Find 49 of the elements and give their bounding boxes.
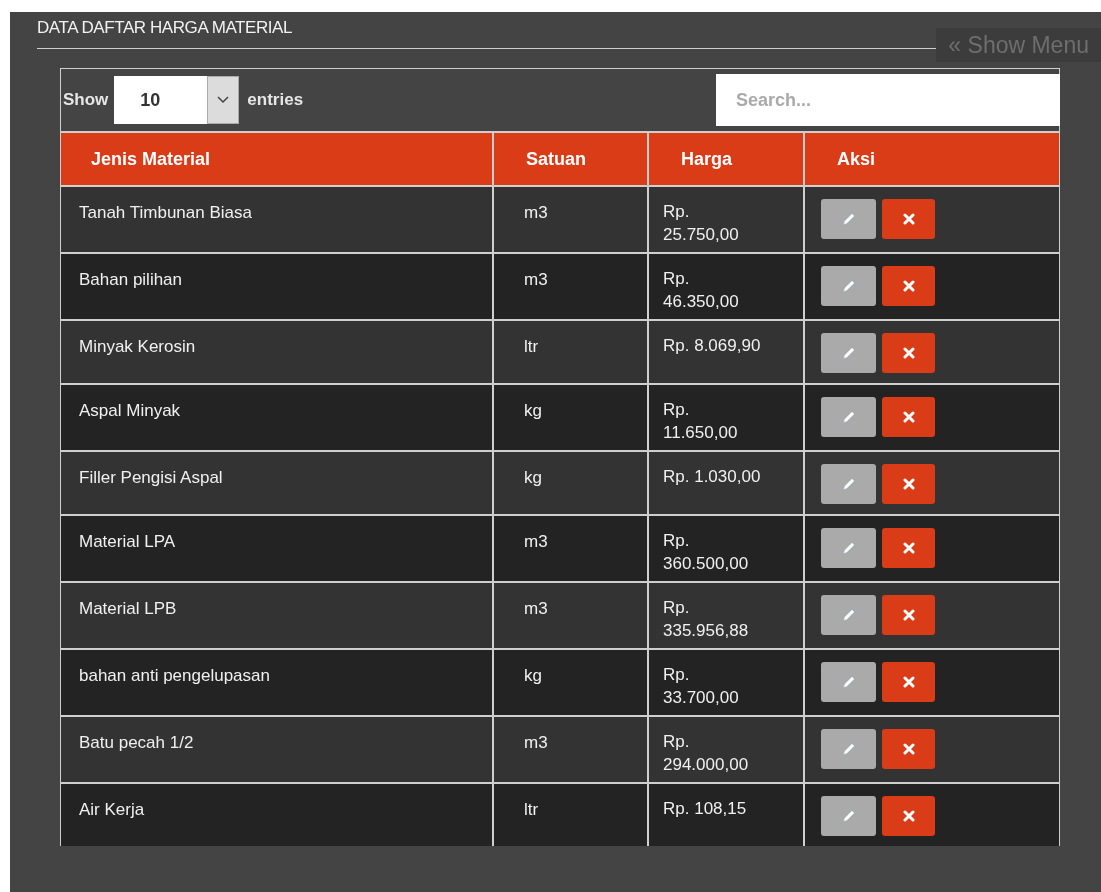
delete-button[interactable] — [882, 595, 935, 635]
close-icon — [902, 743, 915, 755]
table-cell-text: Rp. 46.350,00 — [663, 268, 740, 313]
search-field[interactable]: Search... — [716, 74, 1060, 126]
close-icon — [902, 213, 915, 225]
pencil-icon — [840, 607, 857, 623]
entries-label: entries — [247, 89, 304, 112]
pencil-icon — [840, 409, 857, 425]
delete-button[interactable] — [882, 464, 935, 504]
column-header: Aksi — [836, 147, 877, 171]
close-icon — [902, 542, 915, 554]
pencil-icon — [840, 741, 857, 757]
chevron-down-icon — [217, 96, 230, 104]
pencil-icon — [840, 345, 857, 361]
pencil-icon — [840, 278, 857, 294]
table-cell: ltr — [494, 784, 649, 846]
table-cell-text: Rp. 25.750,00 — [663, 201, 740, 246]
table-cell-text: Rp. 294.000,00 — [663, 731, 750, 776]
pencil-icon — [840, 540, 857, 556]
delete-button[interactable] — [882, 199, 935, 239]
table-cell-text: Rp. 360.500,00 — [663, 530, 750, 575]
close-icon — [902, 280, 915, 292]
table-cell-text: Rp. 108,15 — [663, 798, 748, 820]
delete-button[interactable] — [882, 266, 935, 306]
close-icon — [902, 347, 915, 359]
pencil-icon — [840, 211, 857, 227]
delete-button[interactable] — [882, 662, 935, 702]
pencil-icon — [840, 476, 857, 492]
close-icon — [902, 810, 915, 822]
table-cell-text: Rp. 8.069,90 — [663, 335, 762, 357]
delete-button[interactable] — [882, 796, 935, 836]
pencil-icon — [840, 808, 857, 824]
entries-select[interactable]: 10 — [114, 76, 240, 124]
table-cell: Air Kerja — [61, 784, 494, 846]
table-cell-text: Rp. 33.700,00 — [663, 664, 740, 709]
close-icon — [902, 676, 915, 688]
close-icon — [902, 609, 915, 621]
delete-button[interactable] — [882, 528, 935, 568]
delete-button[interactable] — [882, 397, 935, 437]
table-cell-text: Rp. 335.956,88 — [663, 597, 750, 642]
show-label: Show — [62, 89, 110, 112]
pencil-icon — [840, 674, 857, 690]
panel-title: DATA DAFTAR HARGA MATERIAL — [37, 18, 292, 39]
delete-button[interactable] — [882, 729, 935, 769]
close-icon — [902, 478, 915, 490]
table-cell-text: Rp. 11.650,00 — [663, 399, 739, 444]
table-cell-text: Rp. 1.030,00 — [663, 466, 762, 488]
delete-button[interactable] — [882, 333, 935, 373]
close-icon — [902, 411, 915, 423]
